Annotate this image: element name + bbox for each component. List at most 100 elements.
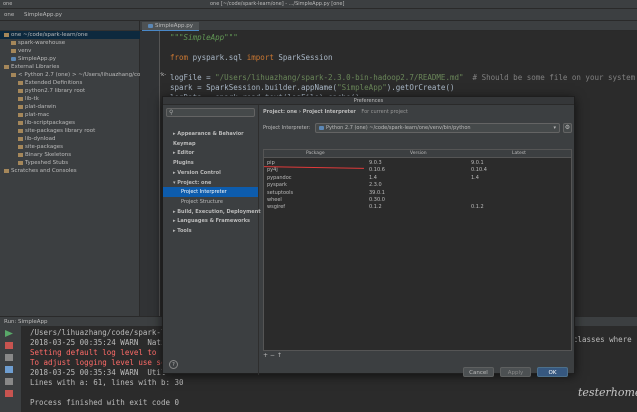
- editor-tabs: SimpleApp.py: [140, 21, 637, 31]
- project-tree-item[interactable]: plat-mac: [0, 111, 140, 119]
- interpreter-select[interactable]: Python 2.7 (one) ~/code/spark-learn/one/…: [315, 123, 560, 133]
- breadcrumb-note: For current project: [361, 109, 408, 115]
- project-tree-item[interactable]: SimpleApp.py: [0, 55, 140, 63]
- code-token: # Should be some file on your system: [463, 73, 636, 82]
- col-version[interactable]: Version: [410, 150, 427, 158]
- col-package[interactable]: Package: [306, 150, 325, 158]
- package-version: 0.1.2: [369, 204, 382, 211]
- cancel-button[interactable]: Cancel: [463, 367, 494, 377]
- project-tree-item[interactable]: python2.7 library root: [0, 87, 140, 95]
- folder-icon: [18, 160, 23, 165]
- project-tree-item[interactable]: lib-tk: [0, 95, 140, 103]
- console-line: 2018-03-25 00:35:34 WARN Util: [30, 368, 166, 377]
- package-row[interactable]: wsgiref 0.1.2 0.1.2: [264, 203, 571, 211]
- col-latest[interactable]: Latest: [512, 150, 526, 158]
- project-tree-item[interactable]: one ~/code/spark-learn/one: [0, 31, 140, 39]
- tab-simpleapp[interactable]: SimpleApp.py: [142, 22, 200, 31]
- breadcrumb-path: Project: one › Project Interpreter: [263, 109, 356, 115]
- code-token: SparkSession: [278, 53, 333, 62]
- code-token: "/Users/lihuazhang/spark-2.3.0-bin-hadoo…: [215, 73, 464, 82]
- project-tree-item[interactable]: < Python 2.7 (one) > ~/Users/lihuazhang/…: [0, 71, 166, 79]
- packages-table: Package Version Latest pip 9.0.3 9.0.1 py4j…: [263, 149, 572, 351]
- code-token: ).getOrCreate(): [386, 83, 455, 92]
- project-tree-item[interactable]: spark-warehouse: [0, 39, 140, 47]
- ok-button[interactable]: OK: [537, 367, 568, 377]
- project-tree-item[interactable]: External Libraries: [0, 63, 140, 71]
- chevron-down-icon: ▾: [553, 125, 556, 131]
- print-icon[interactable]: [5, 378, 13, 385]
- project-tree-item-label: venv: [18, 48, 32, 54]
- settings-nav-item[interactable]: Project Structure: [163, 197, 258, 207]
- console-right-text: classes where: [573, 335, 632, 344]
- window-title: one [~/code/spark-learn/one] - .../Simpl…: [210, 1, 345, 7]
- stop-icon[interactable]: [5, 342, 13, 349]
- folder-icon: [18, 136, 23, 141]
- settings-nav-item[interactable]: ▸ Version Control: [163, 168, 258, 178]
- help-icon[interactable]: ?: [169, 360, 178, 369]
- console-line: To adjust logging level use sc: [30, 358, 166, 367]
- project-tree-item[interactable]: site-packages: [0, 143, 140, 151]
- settings-nav-item[interactable]: ▾ Project: one: [163, 178, 258, 188]
- settings-nav-item[interactable]: Project Interpreter: [163, 187, 258, 198]
- scroll-end-icon[interactable]: [5, 366, 13, 373]
- preferences-dialog: Preferences ⚲ ▸ Appearance & Behavior Key…: [162, 96, 575, 377]
- project-tree-item-label: lib-scriptpackages: [25, 120, 75, 126]
- settings-nav-item[interactable]: Plugins: [163, 158, 258, 168]
- navigation-bar: one SimpleApp.py: [0, 9, 637, 21]
- project-label[interactable]: one: [3, 1, 12, 7]
- settings-nav-item[interactable]: ▸ Build, Execution, Deployment: [163, 207, 261, 217]
- gear-icon[interactable]: ⚙: [563, 123, 572, 133]
- settings-nav-item[interactable]: Keymap: [163, 139, 258, 149]
- folder-icon: [18, 128, 23, 133]
- run-toolbar: [0, 326, 22, 412]
- settings-nav-item[interactable]: ▸ Tools: [163, 226, 258, 236]
- ide-window: one one [~/code/spark-learn/one] - .../S…: [0, 0, 637, 412]
- project-tree-item[interactable]: Binary Skeletons: [0, 151, 140, 159]
- code-line: """SimpleApp""": [170, 33, 238, 42]
- project-tree-item[interactable]: Extended Definitions: [0, 79, 140, 87]
- code-token: "SimpleApp": [337, 83, 387, 92]
- project-tree-item[interactable]: site-packages library root: [0, 127, 140, 135]
- project-tree-item-label: plat-mac: [25, 112, 50, 118]
- code-token: """SimpleApp""": [170, 33, 238, 42]
- project-tree-item[interactable]: plat-darwin: [0, 103, 140, 111]
- settings-nav: ⚲ ▸ Appearance & Behavior Keymap ▸ Editor P…: [163, 105, 261, 375]
- project-tree-item[interactable]: Typeshed Stubs: [0, 159, 140, 167]
- nav-project[interactable]: one: [4, 12, 14, 18]
- pause-icon[interactable]: [5, 354, 13, 361]
- project-tree-item-label: Binary Skeletons: [25, 152, 72, 158]
- folder-icon: [11, 72, 16, 77]
- breadcrumb: Project: one › Project Interpreter For c…: [263, 109, 408, 115]
- apply-button[interactable]: Apply: [500, 367, 531, 377]
- code-token: pyspark.sql: [192, 53, 247, 62]
- project-tree-item-label: External Libraries: [11, 64, 60, 70]
- settings-search-input[interactable]: ⚲: [166, 108, 255, 117]
- package-name: wsgiref: [267, 204, 286, 211]
- console-line: Process finished with exit code 0: [30, 398, 180, 407]
- delete-icon[interactable]: [5, 390, 13, 397]
- settings-nav-item[interactable]: ▸ Appearance & Behavior: [163, 129, 258, 139]
- folder-icon: [18, 112, 23, 117]
- interpreter-value: Python 2.7 (one) ~/code/spark-learn/one/…: [326, 125, 471, 131]
- project-tree-item[interactable]: lib-dynload: [0, 135, 140, 143]
- project-tree-item-label: site-packages: [25, 144, 64, 150]
- project-tree-item-label: lib-dynload: [25, 136, 56, 142]
- rerun-icon[interactable]: [5, 330, 13, 337]
- project-tree-item-label: SimpleApp.py: [18, 56, 57, 62]
- packages-table-header: Package Version Latest: [264, 150, 571, 158]
- settings-nav-item[interactable]: ▸ Editor: [163, 148, 258, 158]
- folder-icon: [11, 48, 16, 53]
- settings-nav-item[interactable]: ▸ Languages & Frameworks: [163, 216, 258, 226]
- dialog-title: Preferences: [163, 97, 574, 105]
- project-tree-item[interactable]: Scratches and Consoles: [0, 167, 140, 175]
- search-icon: ⚲: [169, 109, 174, 116]
- project-tree-item[interactable]: venv: [0, 47, 140, 55]
- project-tree-item-label: site-packages library root: [25, 128, 96, 134]
- package-tools[interactable]: + − ↑: [263, 352, 282, 359]
- folder-icon: [18, 144, 23, 149]
- nav-file[interactable]: SimpleApp.py: [24, 12, 62, 18]
- project-tree-item[interactable]: lib-scriptpackages: [0, 119, 140, 127]
- console-line: /Users/lihuazhang/code/spark-l: [30, 328, 166, 337]
- console-line: Lines with a: 61, lines with b: 30: [30, 378, 184, 387]
- code-token: from: [170, 53, 193, 62]
